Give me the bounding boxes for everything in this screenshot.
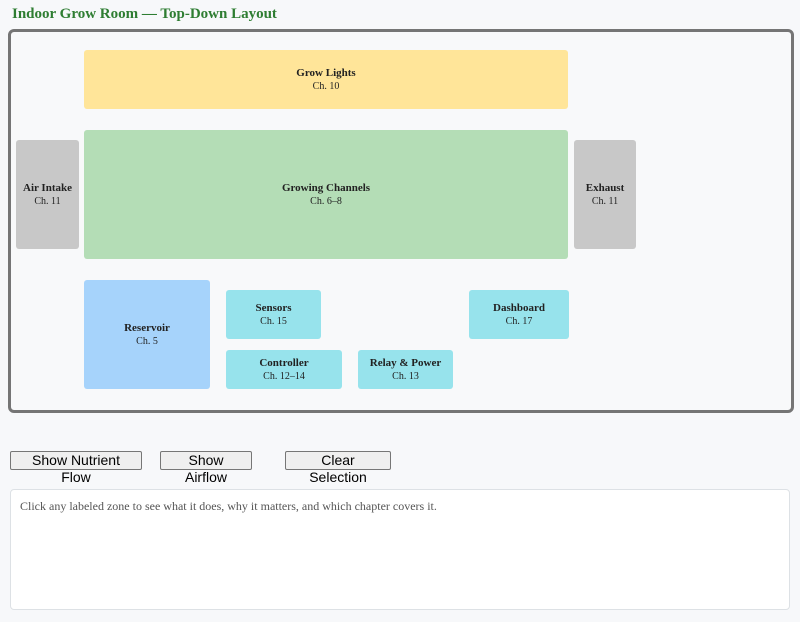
show-nutrient-flow-button[interactable]: Show Nutrient Flow bbox=[10, 451, 142, 485]
zone-controller[interactable]: Controller Ch. 12–14 bbox=[226, 350, 342, 389]
zone-chapter: Ch. 13 bbox=[392, 371, 419, 382]
show-airflow-button[interactable]: Show Airflow bbox=[160, 451, 252, 485]
zone-chapter: Ch. 12–14 bbox=[263, 371, 305, 382]
zone-label: Dashboard bbox=[493, 302, 545, 314]
grow-room-layout: Grow Lights Ch. 10 Growing Channels Ch. … bbox=[8, 29, 794, 413]
zone-chapter: Ch. 17 bbox=[505, 316, 533, 327]
zone-label: Exhaust bbox=[585, 182, 625, 194]
zone-label: Relay & Power bbox=[369, 357, 442, 369]
info-panel: Click any labeled zone to see what it do… bbox=[10, 489, 790, 610]
zone-chapter: Ch. 15 bbox=[260, 316, 287, 327]
zone-chapter: Ch. 10 bbox=[312, 81, 340, 92]
clear-selection-button[interactable]: Clear Selection bbox=[285, 451, 391, 485]
zone-sensors[interactable]: Sensors Ch. 15 bbox=[226, 290, 321, 339]
zone-relay-power[interactable]: Relay & Power Ch. 13 bbox=[358, 350, 453, 389]
zone-chapter: Ch. 11 bbox=[591, 196, 619, 207]
zone-reservoir[interactable]: Reservoir Ch. 5 bbox=[84, 280, 210, 389]
zone-chapter: Ch. 11 bbox=[34, 196, 61, 207]
zone-air-intake[interactable]: Air Intake Ch. 11 bbox=[16, 140, 79, 249]
zone-grow-lights[interactable]: Grow Lights Ch. 10 bbox=[84, 50, 568, 109]
zone-label: Sensors bbox=[255, 302, 292, 314]
zone-dashboard[interactable]: Dashboard Ch. 17 bbox=[469, 290, 569, 339]
zone-exhaust[interactable]: Exhaust Ch. 11 bbox=[574, 140, 636, 249]
zone-growing-channels[interactable]: Growing Channels Ch. 6–8 bbox=[84, 130, 568, 259]
zone-label: Reservoir bbox=[124, 322, 170, 334]
zone-chapter: Ch. 5 bbox=[136, 336, 158, 347]
zone-label: Controller bbox=[259, 357, 309, 369]
page-title: Indoor Grow Room — Top-Down Layout bbox=[12, 6, 277, 22]
zone-label: Growing Channels bbox=[281, 182, 371, 194]
zone-label: Grow Lights bbox=[296, 67, 356, 79]
zone-chapter: Ch. 6–8 bbox=[310, 196, 342, 207]
zone-label: Air Intake bbox=[23, 182, 72, 194]
info-text: Click any labeled zone to see what it do… bbox=[20, 499, 437, 513]
